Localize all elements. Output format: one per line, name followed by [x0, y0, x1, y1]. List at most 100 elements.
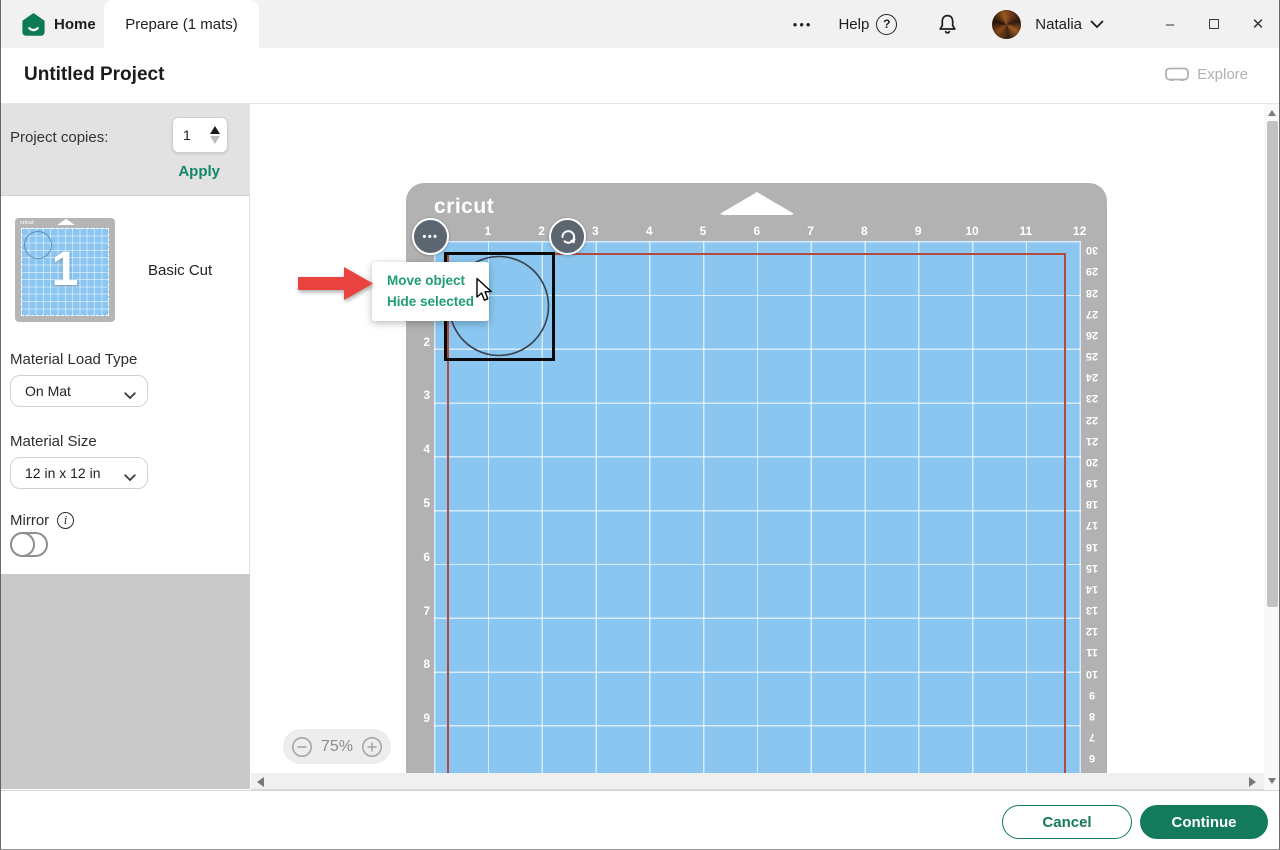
material-size-value: 12 in x 12 in [25, 465, 101, 481]
minimize-button[interactable]: – [1148, 0, 1192, 48]
mat-thumbnail[interactable]: cricut 1 [15, 218, 115, 322]
ruler-number: 9 [408, 711, 430, 725]
ruler-number: 7 [408, 604, 430, 618]
ruler-number: 14 [1082, 583, 1102, 595]
ruler-number: 12 [1069, 224, 1091, 238]
mat-more-options-button[interactable]: ••• [412, 218, 449, 255]
ruler-number: 30 [1082, 244, 1102, 256]
spinner-up-icon[interactable] [210, 126, 220, 134]
ruler-number: 19 [1082, 477, 1102, 489]
mirror-toggle-knob [10, 532, 35, 557]
vertical-scrollbar[interactable] [1264, 104, 1280, 790]
mirror-toggle[interactable] [10, 532, 48, 557]
ruler-number: 6 [408, 550, 430, 564]
material-load-type-label: Material Load Type [10, 351, 137, 368]
ruler-number: 13 [1082, 604, 1102, 616]
mirror-info-icon[interactable]: i [57, 512, 74, 529]
tab-prepare[interactable]: Prepare (1 mats) [104, 0, 259, 48]
ruler-number: 17 [1082, 519, 1102, 531]
ruler-number: 10 [1082, 668, 1102, 680]
question-icon: ? [876, 14, 897, 35]
ruler-number: 20 [1082, 456, 1102, 468]
ellipsis-icon: ••• [422, 233, 438, 241]
help-menu[interactable]: Help ? [838, 14, 897, 35]
scroll-up-icon[interactable] [1268, 110, 1276, 116]
ruler-number: 4 [638, 224, 660, 238]
vertical-scrollbar-thumb[interactable] [1267, 121, 1278, 607]
mat-type-label: Basic Cut [148, 262, 212, 279]
mat-notch [718, 192, 796, 215]
spinner-down-icon[interactable] [210, 136, 220, 144]
scroll-left-icon[interactable] [257, 777, 264, 787]
material-size-select[interactable]: 12 in x 12 in [10, 457, 148, 489]
zoom-in-button[interactable] [361, 736, 383, 758]
user-name[interactable]: Natalia [1035, 16, 1082, 33]
ruler-number: 8 [1082, 710, 1102, 722]
ruler-number: 6 [1082, 752, 1102, 764]
ruler-number: 5 [692, 224, 714, 238]
ruler-number: 6 [746, 224, 768, 238]
annotation-arrow-icon [298, 264, 376, 309]
prepare-sidebar: Project copies: 1 Apply cricut 1 Basic C… [0, 104, 250, 789]
mouse-cursor-icon [474, 277, 494, 308]
project-header: Untitled Project Explore [0, 48, 1280, 104]
ruler-number: 9 [907, 224, 929, 238]
maximize-icon [1209, 19, 1219, 29]
overflow-menu-icon[interactable]: ••• [793, 17, 813, 32]
thumbnail-brand-label: cricut [20, 220, 34, 226]
project-copies-label: Project copies: [10, 129, 108, 146]
help-label: Help [838, 16, 869, 33]
ruler-number: 12 [1082, 625, 1102, 637]
ruler-number: 11 [1015, 224, 1037, 238]
context-menu-item[interactable]: Hide selected [372, 291, 489, 312]
continue-button[interactable]: Continue [1140, 805, 1268, 839]
ruler-number: 25 [1082, 350, 1102, 362]
cricut-home-icon [22, 13, 45, 36]
context-menu-item[interactable]: Move object [372, 270, 489, 291]
material-load-type-select[interactable]: On Mat [10, 375, 148, 407]
sidebar-filler [0, 574, 250, 789]
scroll-down-icon[interactable] [1268, 778, 1276, 784]
ruler-number: 9 [1082, 689, 1102, 701]
rotate-mat-button[interactable] [549, 218, 586, 255]
mat-canvas: cricut 123456789101112 23456789 30292827… [251, 104, 1264, 773]
explore-label: Explore [1197, 66, 1248, 83]
tab-home-label: Home [54, 16, 96, 33]
ruler-number: 22 [1082, 414, 1102, 426]
ruler-number: 8 [408, 657, 430, 671]
user-chevron-down-icon[interactable] [1090, 20, 1104, 29]
page-title: Untitled Project [24, 64, 164, 86]
rotate-icon [558, 227, 578, 247]
chevron-down-icon [124, 469, 136, 487]
ruler-number: 26 [1082, 329, 1102, 341]
thumbnail-notch [57, 219, 75, 225]
ruler-number: 27 [1082, 308, 1102, 320]
ruler-number: 8 [853, 224, 875, 238]
user-avatar[interactable] [992, 10, 1021, 39]
horizontal-scrollbar[interactable] [251, 773, 1264, 790]
ruler-number: 7 [1082, 731, 1102, 743]
ruler-number: 7 [800, 224, 822, 238]
ruler-number: 21 [1082, 435, 1102, 447]
maximize-button[interactable] [1192, 0, 1236, 48]
project-copies-panel: Project copies: 1 Apply [0, 104, 250, 196]
ruler-number: 4 [408, 442, 430, 456]
thumbnail-grid: 1 [21, 228, 109, 316]
ruler-number: 11 [1082, 646, 1102, 658]
ruler-number: 28 [1082, 287, 1102, 299]
context-menu: Move objectHide selected [372, 262, 489, 321]
close-button[interactable]: ✕ [1236, 0, 1280, 48]
project-copies-value: 1 [183, 127, 191, 143]
notifications-bell-icon[interactable] [937, 13, 958, 35]
apply-button[interactable]: Apply [178, 163, 220, 180]
zoom-out-button[interactable] [291, 736, 313, 758]
cancel-button[interactable]: Cancel [1002, 805, 1132, 839]
ruler-number: 2 [408, 335, 430, 349]
scroll-right-icon[interactable] [1249, 777, 1256, 787]
tab-home[interactable]: Home [10, 0, 108, 48]
ruler-number: 3 [584, 224, 606, 238]
mat-number: 1 [21, 242, 109, 297]
material-size-label: Material Size [10, 433, 97, 450]
ruler-number: 29 [1082, 265, 1102, 277]
project-copies-input[interactable]: 1 [172, 117, 228, 153]
